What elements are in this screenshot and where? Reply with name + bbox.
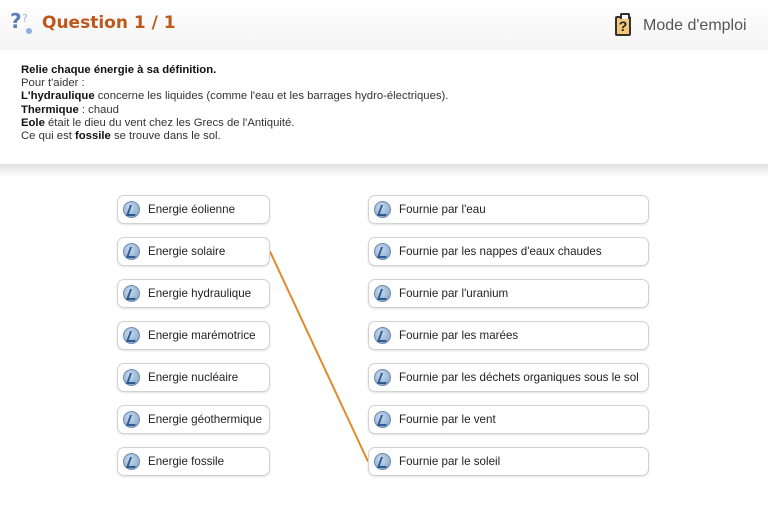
- right-item-vent[interactable]: Fournie par le vent: [368, 405, 649, 434]
- energy-bolt-icon: [374, 411, 391, 428]
- left-item-label: Energie géothermique: [148, 413, 263, 426]
- left-item-label: Energie hydraulique: [148, 287, 252, 300]
- energy-bolt-icon: [374, 327, 391, 344]
- energy-bolt-icon: [123, 453, 140, 470]
- right-item-label: Fournie par les marées: [399, 329, 519, 342]
- energy-bolt-icon: [123, 243, 140, 260]
- energy-bolt-icon: [123, 369, 140, 386]
- left-item-label: Energie solaire: [148, 245, 226, 258]
- right-item-soleil[interactable]: Fournie par le soleil: [368, 447, 649, 476]
- right-item-eau[interactable]: Fournie par l'eau: [368, 195, 649, 224]
- left-item-nucleaire[interactable]: Energie nucléaire: [117, 363, 270, 392]
- left-item-geothermique[interactable]: Energie géothermique: [117, 405, 270, 434]
- left-item-eolienne[interactable]: Energie éolienne: [117, 195, 270, 224]
- energy-bolt-icon: [374, 285, 391, 302]
- right-item-label: Fournie par l'eau: [399, 203, 486, 216]
- right-item-label: Fournie par le vent: [399, 413, 496, 426]
- energy-bolt-icon: [123, 285, 140, 302]
- left-item-label: Energie marémotrice: [148, 329, 256, 342]
- right-item-nappes[interactable]: Fournie par les nappes d'eaux chaudes: [368, 237, 649, 266]
- left-item-fossile[interactable]: Energie fossile: [117, 447, 270, 476]
- energy-bolt-icon: [374, 369, 391, 386]
- energy-bolt-icon: [123, 201, 140, 218]
- energy-bolt-icon: [374, 243, 391, 260]
- left-item-solaire[interactable]: Energie solaire: [117, 237, 270, 266]
- energy-bolt-icon: [123, 327, 140, 344]
- right-item-marees[interactable]: Fournie par les marées: [368, 321, 649, 350]
- energy-bolt-icon: [123, 411, 140, 428]
- left-item-hydraulique[interactable]: Energie hydraulique: [117, 279, 270, 308]
- right-item-label: Fournie par les déchets organiques sous …: [399, 371, 639, 384]
- right-item-dechets[interactable]: Fournie par les déchets organiques sous …: [368, 363, 649, 392]
- right-item-uranium[interactable]: Fournie par l'uranium: [368, 279, 649, 308]
- connection-line: [269, 251, 369, 462]
- energy-bolt-icon: [374, 453, 391, 470]
- right-item-label: Fournie par le soleil: [399, 455, 501, 468]
- right-item-label: Fournie par l'uranium: [399, 287, 509, 300]
- left-item-label: Energie fossile: [148, 455, 225, 468]
- left-item-maremotrice[interactable]: Energie marémotrice: [117, 321, 270, 350]
- right-item-label: Fournie par les nappes d'eaux chaudes: [399, 245, 602, 258]
- left-item-label: Energie éolienne: [148, 203, 236, 216]
- energy-bolt-icon: [374, 201, 391, 218]
- left-item-label: Energie nucléaire: [148, 371, 239, 384]
